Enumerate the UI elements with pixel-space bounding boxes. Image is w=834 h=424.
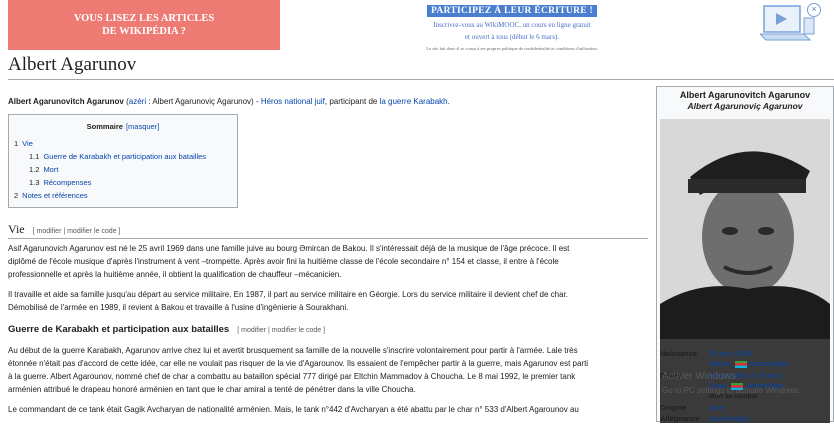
banner-promo-line2: DE WIKIPÉDIA ?	[102, 26, 186, 37]
title-divider	[8, 79, 834, 80]
intro-text-3: , participant de	[324, 97, 380, 106]
subject-name: Albert Agarunovitch Agarunov	[8, 97, 124, 106]
portrait-photo-icon	[660, 119, 830, 339]
link-guerre-karabakh[interactable]: la guerre Karabakh	[380, 97, 448, 106]
section-title: Guerre de Karabakh et participation aux …	[8, 324, 230, 335]
toc-item-notes[interactable]: 2 Notes et références	[14, 191, 88, 200]
table-of-contents: Sommaire [masquer] 1 Vie 1.1 Guerre de Kara…	[8, 114, 238, 208]
toc-item-mort[interactable]: 1.2 Mort	[29, 165, 58, 174]
toc-label[interactable]: Mort	[43, 165, 58, 174]
link-azeri[interactable]: azéri	[129, 97, 146, 106]
infobox-label: Naissance	[660, 349, 698, 358]
infobox-label: Allégeance	[660, 414, 700, 423]
toc-item-guerre[interactable]: 1.1 Guerre de Karabakh et participation a…	[29, 152, 206, 161]
toc-number: 2	[14, 191, 19, 200]
infobox-value: juive	[709, 403, 724, 413]
text-line: étonnée n'était pas d'accord de cette id…	[8, 359, 589, 368]
watermark-line2: Go to PC settings to activate Windows.	[662, 386, 801, 395]
toc-number: 1	[14, 139, 19, 148]
text-line: Démobilisé de l'armée en 1989, il revien…	[8, 303, 349, 312]
infobox-native-name: Albert Agarunoviç Agarunov	[687, 101, 803, 111]
birth-date-link[interactable]: 25 avril 1969	[709, 349, 752, 358]
activate-windows-watermark: Activer Windows Go to PC settings to act…	[662, 370, 800, 398]
toc-item-recompenses[interactable]: 1.3 Récompenses	[29, 178, 91, 187]
toc-title: Sommaire	[86, 122, 123, 131]
toc-label[interactable]: Guerre de Karabakh et participation aux …	[43, 152, 206, 161]
guerre-paragraph-1: Au début de la guerre Karabakh, Agarunov…	[8, 344, 646, 396]
banner-cta-button[interactable]: PARTICIPEZ À LEUR ÉCRITURE !	[426, 5, 598, 17]
section-title: Vie	[8, 222, 25, 236]
toc-label[interactable]: Notes et références	[22, 191, 87, 200]
wikimooc-banner[interactable]: VOUS LISEZ LES ARTICLES DE WIKIPÉDIA ? P…	[0, 0, 834, 52]
edit-section-link[interactable]: [ modifier | modifier le code ]	[237, 327, 325, 334]
section-heading-vie: Vie [ modifier | modifier le code ]	[8, 222, 120, 237]
text-line: Au début de la guerre Karabakh, Agarunov…	[8, 346, 578, 355]
text-line: Asif Agarunovich Agarunov est né le 25 a…	[8, 244, 570, 253]
infobox-name: Albert Agarunovitch Agarunov	[679, 90, 811, 100]
intro-text-2: : Albert Agarunoviç Agarunov) -	[146, 97, 261, 106]
banner-sub-line2: et ouvert à tous (début le 6 mars).	[464, 33, 560, 41]
toc-header: Sommaire [masquer]	[9, 122, 237, 131]
text-line: diplômé de l'école musique d'après l'ins…	[8, 257, 559, 266]
vie-paragraph-1: Asif Agarunovich Agarunov est né le 25 a…	[8, 242, 646, 281]
text-line: arménien attribué le drapeau honoré armé…	[8, 385, 416, 394]
page-title: Albert Agarunov	[8, 54, 137, 75]
infobox-label: Origine	[660, 403, 687, 412]
vie-paragraph-2: Il travaille et aide sa famille jusqu'au…	[8, 288, 646, 314]
intro-paragraph: Albert Agarunovitch Agarunov (azéri : Al…	[8, 97, 648, 106]
text-line: professionnelle et après la huitième ann…	[8, 270, 342, 279]
banner-message: PARTICIPEZ À LEUR ÉCRITURE ! Inscrivez-v…	[282, 0, 742, 51]
banner-promo-box[interactable]: VOUS LISEZ LES ARTICLES DE WIKIPÉDIA ?	[8, 0, 280, 50]
toc-toggle-link[interactable]: [masquer]	[126, 122, 159, 131]
toc-label[interactable]: Récompenses	[43, 178, 91, 187]
infobox-value: 25 avril 1969 Bakou, Azerbaïdjan	[709, 349, 789, 369]
birth-place-link[interactable]: Bakou,	[709, 359, 732, 368]
banner-fine-print: Le site fait donc-il se conçu à ses prop…	[426, 46, 598, 51]
banner-promo-line1: VOUS LISEZ LES ARTICLES	[73, 13, 215, 24]
intro-text-4: .	[447, 97, 450, 106]
text-line: à la guerre. Albert Agarounov, nommé che…	[8, 372, 576, 381]
banner-close-icon[interactable]: ×	[807, 3, 821, 17]
text-line: Il travaille et aide sa famille jusqu'au…	[8, 290, 569, 299]
toc-number: 1.1	[29, 152, 40, 161]
origin-link[interactable]: juive	[709, 403, 724, 412]
toc-item-vie[interactable]: 1 Vie	[14, 139, 33, 148]
toc-number: 1.2	[29, 165, 40, 174]
guerre-paragraph-2: Le commandant de ce tank était Gagik Avc…	[8, 403, 646, 416]
infobox-value: Azerbaïdjan	[709, 414, 749, 424]
watermark-line1: Activer Windows	[662, 371, 736, 382]
azerbaijan-flag-icon	[735, 360, 748, 368]
section-divider	[8, 238, 648, 239]
toc-label[interactable]: Vie	[22, 139, 33, 148]
banner-sub-line1: Inscrivez-vous au WikiMOOC, un cours en …	[433, 21, 591, 29]
toc-number: 1.3	[29, 178, 40, 187]
allegiance-link[interactable]: Azerbaïdjan	[709, 414, 749, 423]
edit-section-link[interactable]: [ modifier | modifier le code ]	[33, 228, 121, 235]
link-heros-national[interactable]: Héros national juif	[261, 97, 325, 106]
section-heading-guerre: Guerre de Karabakh et participation aux …	[8, 324, 325, 335]
birth-country-link[interactable]: Azerbaïdjan	[749, 359, 789, 368]
text-line: Le commandant de ce tank était Gagik Avc…	[8, 405, 579, 414]
